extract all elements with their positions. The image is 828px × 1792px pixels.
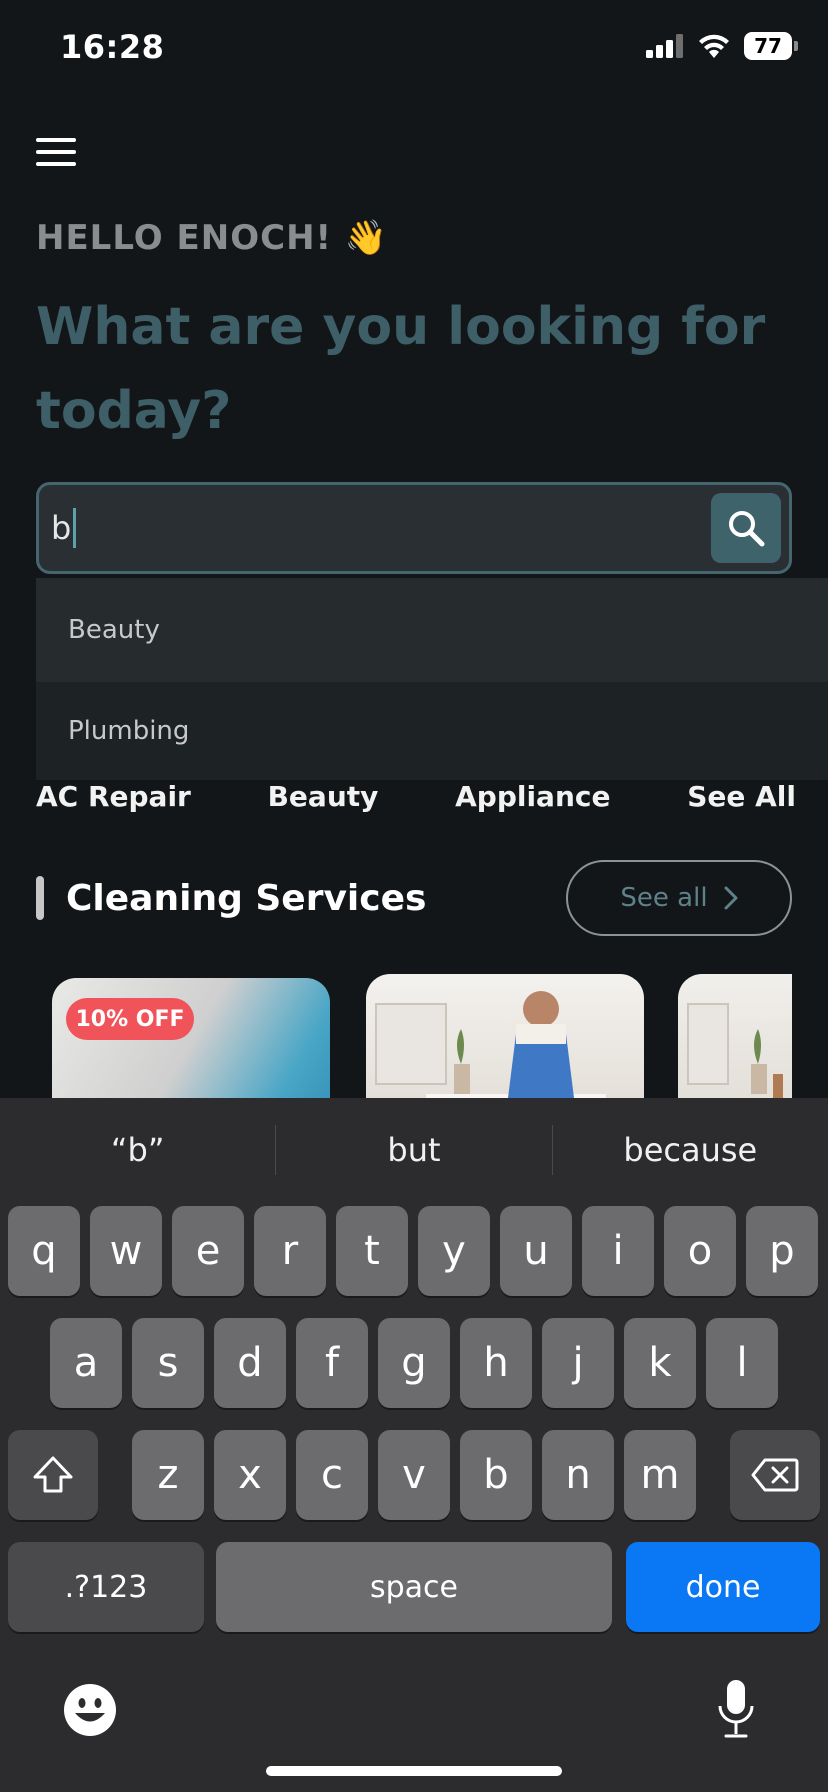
key-v[interactable]: v xyxy=(378,1430,450,1520)
category-ac-repair[interactable]: AC Repair xyxy=(36,780,191,813)
search-button[interactable] xyxy=(711,493,781,563)
key-k[interactable]: k xyxy=(624,1318,696,1408)
key-i[interactable]: i xyxy=(582,1206,654,1296)
see-all-button[interactable]: See all xyxy=(566,860,792,936)
section-accent-bar xyxy=(36,876,44,920)
category-see-all[interactable]: See All xyxy=(687,780,796,813)
discount-badge: 10% OFF xyxy=(66,998,194,1040)
key-s[interactable]: s xyxy=(132,1318,204,1408)
key-row-3: z x c v b n m xyxy=(0,1430,828,1520)
on-screen-keyboard: “b” but because q w e r t y u i o p a s … xyxy=(0,1098,828,1792)
key-b[interactable]: b xyxy=(460,1430,532,1520)
done-key[interactable]: done xyxy=(626,1542,820,1632)
prediction-item[interactable]: because xyxy=(553,1131,828,1169)
key-r[interactable]: r xyxy=(254,1206,326,1296)
key-a[interactable]: a xyxy=(50,1318,122,1408)
microphone-icon[interactable] xyxy=(716,1678,756,1742)
service-card[interactable] xyxy=(366,974,644,1100)
key-l[interactable]: l xyxy=(706,1318,778,1408)
status-time: 16:28 xyxy=(60,28,165,66)
category-beauty[interactable]: Beauty xyxy=(268,780,379,813)
numbers-key[interactable]: .?123 xyxy=(8,1542,204,1632)
menu-icon[interactable] xyxy=(36,138,76,168)
search-box[interactable]: b xyxy=(36,482,792,574)
prediction-item[interactable]: but xyxy=(276,1131,551,1169)
suggestion-item-plumbing[interactable]: Plumbing xyxy=(36,682,828,780)
chevron-right-icon xyxy=(724,886,738,910)
key-c[interactable]: c xyxy=(296,1430,368,1520)
text-caret xyxy=(73,508,77,548)
see-all-label: See all xyxy=(620,883,708,913)
emoji-icon[interactable] xyxy=(62,1682,118,1738)
status-bar: 16:28 77 xyxy=(0,0,828,100)
key-t[interactable]: t xyxy=(336,1206,408,1296)
service-cards: 10% OFF xyxy=(36,974,792,1100)
key-row-4: .?123 space done xyxy=(0,1542,828,1632)
category-appliance[interactable]: Appliance xyxy=(455,780,610,813)
key-row-1: q w e r t y u i o p xyxy=(0,1206,828,1296)
key-f[interactable]: f xyxy=(296,1318,368,1408)
section-header: Cleaning Services See all xyxy=(36,860,792,936)
search-input[interactable]: b xyxy=(51,505,551,551)
room-photo xyxy=(687,1003,783,1100)
service-card[interactable] xyxy=(678,974,792,1100)
predictive-text-bar: “b” but because xyxy=(0,1098,828,1202)
keyboard-bottom-bar xyxy=(0,1678,828,1778)
search-icon xyxy=(729,511,765,547)
key-e[interactable]: e xyxy=(172,1206,244,1296)
battery-icon: 77 xyxy=(744,32,798,60)
key-y[interactable]: y xyxy=(418,1206,490,1296)
shift-key[interactable] xyxy=(8,1430,98,1520)
suggestion-item-beauty[interactable]: Beauty xyxy=(36,578,828,682)
key-u[interactable]: u xyxy=(500,1206,572,1296)
cleaner-photo xyxy=(375,991,606,1100)
section-title: Cleaning Services xyxy=(66,878,427,919)
category-row: AC Repair Beauty Appliance See All xyxy=(36,780,796,813)
key-g[interactable]: g xyxy=(378,1318,450,1408)
key-j[interactable]: j xyxy=(542,1318,614,1408)
shift-icon xyxy=(33,1456,73,1493)
service-card[interactable]: 10% OFF xyxy=(52,978,330,1100)
battery-level: 77 xyxy=(744,32,792,60)
key-h[interactable]: h xyxy=(460,1318,532,1408)
key-d[interactable]: d xyxy=(214,1318,286,1408)
home-indicator[interactable] xyxy=(266,1766,562,1776)
key-x[interactable]: x xyxy=(214,1430,286,1520)
key-o[interactable]: o xyxy=(664,1206,736,1296)
key-m[interactable]: m xyxy=(624,1430,696,1520)
key-p[interactable]: p xyxy=(746,1206,818,1296)
key-z[interactable]: z xyxy=(132,1430,204,1520)
backspace-icon xyxy=(751,1458,799,1492)
search-suggestions: Beauty Plumbing xyxy=(36,578,828,780)
wifi-icon xyxy=(699,34,729,58)
cellular-signal-icon xyxy=(646,34,683,58)
greeting: HELLO ENOCH! 👋 xyxy=(36,218,389,258)
prediction-item[interactable]: “b” xyxy=(0,1131,275,1169)
delete-key[interactable] xyxy=(730,1430,820,1520)
key-n[interactable]: n xyxy=(542,1430,614,1520)
key-w[interactable]: w xyxy=(90,1206,162,1296)
page-title: What are you looking for today? xyxy=(36,297,766,441)
space-key[interactable]: space xyxy=(216,1542,612,1632)
key-q[interactable]: q xyxy=(8,1206,80,1296)
key-row-2: a s d f g h j k l xyxy=(0,1318,828,1408)
status-icons: 77 xyxy=(646,32,798,60)
search-input-value: b xyxy=(51,509,72,547)
